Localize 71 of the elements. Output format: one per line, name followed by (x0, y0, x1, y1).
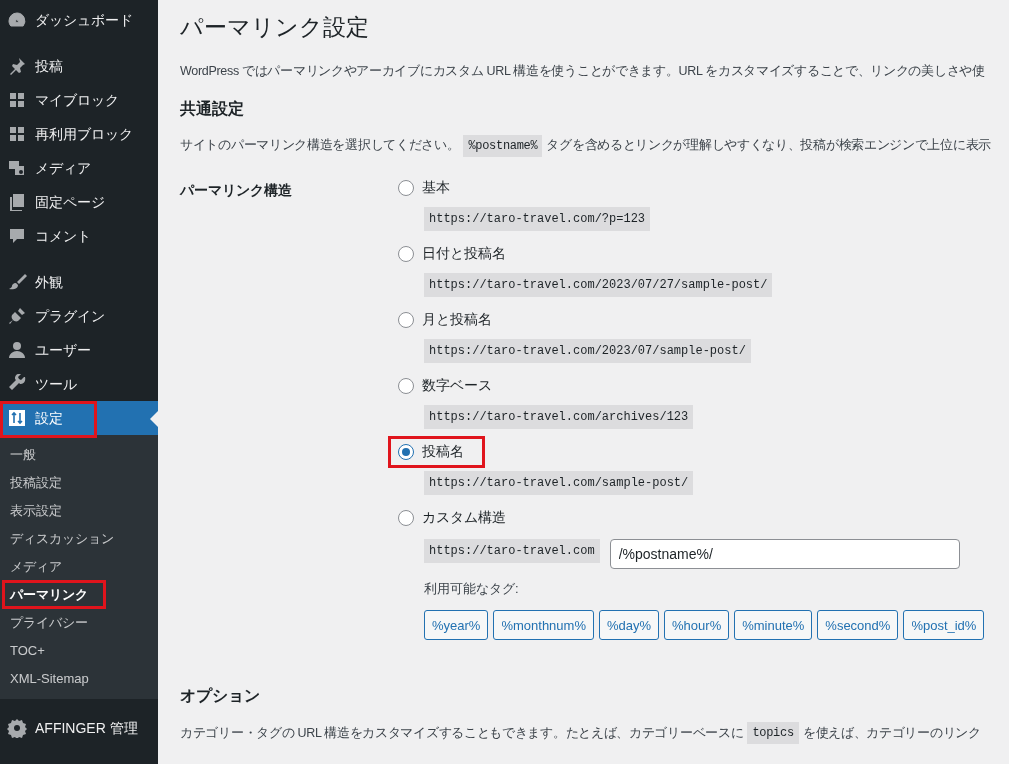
tag-button[interactable]: %minute% (734, 610, 813, 641)
tag-button[interactable]: %day% (598, 610, 660, 641)
intro-text: WordPress ではパーマリンクやアーカイブにカスタム URL 構造を使うことができます。URL をカスタマイズすることで、リンクの美しさや使 (180, 63, 985, 80)
radio-button[interactable] (398, 179, 414, 196)
submenu-item[interactable]: 投稿設定 (0, 469, 158, 497)
sidebar-item[interactable]: 再利用ブロック (0, 117, 158, 151)
radio-option[interactable]: 月と投稿名 (398, 308, 492, 331)
url-text: https://taro-travel.com/?p=123 (424, 206, 651, 231)
plug-icon (7, 306, 27, 326)
description-text: カテゴリー・タグの URL 構造をカスタマイズすることもできます。たとえば、カテゴリーベースに (180, 724, 744, 742)
radio-option[interactable]: 日付と投稿名 (398, 242, 506, 265)
radio-button[interactable] (398, 443, 414, 460)
url-text: https://taro-travel.com/sample-post/ (424, 470, 694, 495)
submenu-item[interactable]: 表示設定 (0, 497, 158, 525)
sidebar-item[interactable]: マイブロック (0, 83, 158, 117)
speech-bubble-icon (7, 226, 27, 246)
tag-button[interactable]: %year% (424, 610, 489, 641)
sidebar-item[interactable]: AFFINGER 管理 (0, 711, 158, 745)
url-text: https://taro-travel.com/archives/123 (424, 404, 694, 429)
current-arrow-icon (150, 411, 158, 427)
radio-option[interactable]: 基本 (398, 176, 450, 199)
url-text: https://taro-travel.com/2023/07/sample-post/ (424, 338, 751, 363)
submenu-item[interactable]: XML-Sitemap (0, 665, 158, 693)
submenu-item[interactable]: メディア (0, 553, 158, 581)
submenu-item[interactable]: ディスカッション (0, 525, 158, 553)
sidebar-item[interactable]: メディア (0, 151, 158, 185)
submenu-item[interactable]: 一般 (0, 441, 158, 469)
code-text: %postname% (463, 134, 543, 157)
grid-icon (7, 124, 27, 144)
description-text: を使えば、カテゴリーのリンク (802, 724, 981, 742)
tag-button[interactable]: %post_id% (903, 610, 985, 641)
radio-button[interactable] (398, 509, 414, 526)
sidebar-item[interactable]: ツール (0, 367, 158, 401)
url-text: https://taro-travel.com (424, 538, 600, 563)
page-title: パーマリンク設定 (180, 13, 370, 42)
sidebar-item[interactable]: 外観 (0, 265, 158, 299)
submenu-item[interactable]: プライバシー (0, 609, 158, 637)
section-heading: オプション (180, 686, 261, 707)
grid-icon (7, 90, 27, 110)
tag-button[interactable]: %second% (817, 610, 899, 641)
sidebar-item[interactable]: 投稿 (0, 49, 158, 83)
sidebar-item[interactable]: プラグイン (0, 299, 158, 333)
radio-option[interactable]: 投稿名 (398, 440, 464, 463)
url-text: https://taro-travel.com/2023/07/27/sample-post/ (424, 272, 773, 297)
description-text: タグを含めるとリンクが理解しやすくなり、投稿が検索エンジンで上位に表示 (546, 137, 991, 155)
tag-button[interactable]: %hour% (664, 610, 730, 641)
radio-button[interactable] (398, 311, 414, 328)
sidebar-item[interactable]: ダッシュボード (0, 3, 158, 37)
media-icon (7, 158, 27, 178)
radio-option[interactable]: 数字ベース (398, 374, 492, 397)
radio-option[interactable]: カスタム構造 (398, 506, 506, 529)
sliders-icon (7, 408, 27, 428)
radio-button[interactable] (398, 377, 414, 394)
sidebar-item[interactable]: コメント (0, 219, 158, 253)
gauge-icon (7, 10, 27, 30)
tags-label: 利用可能なタグ: (424, 579, 520, 598)
tag-button[interactable]: %monthnum% (493, 610, 594, 641)
submenu-item[interactable]: パーマリンク (0, 581, 158, 609)
description-text: サイトのパーマリンク構造を選択してください。 (180, 137, 460, 155)
code-text: topics (747, 722, 799, 745)
radio-button[interactable] (398, 245, 414, 262)
submenu-item[interactable]: TOC+ (0, 637, 158, 665)
person-icon (7, 340, 27, 360)
section-heading: 共通設定 (180, 98, 245, 119)
sidebar-item[interactable]: 固定ページ (0, 185, 158, 219)
custom-structure-field[interactable]: /%postname%/ (609, 538, 960, 569)
pages-icon (7, 192, 27, 212)
brush-icon (7, 272, 27, 292)
field-label: パーマリンク構造 (180, 180, 293, 200)
gear-icon (7, 718, 27, 738)
sidebar-item[interactable]: ユーザー (0, 333, 158, 367)
